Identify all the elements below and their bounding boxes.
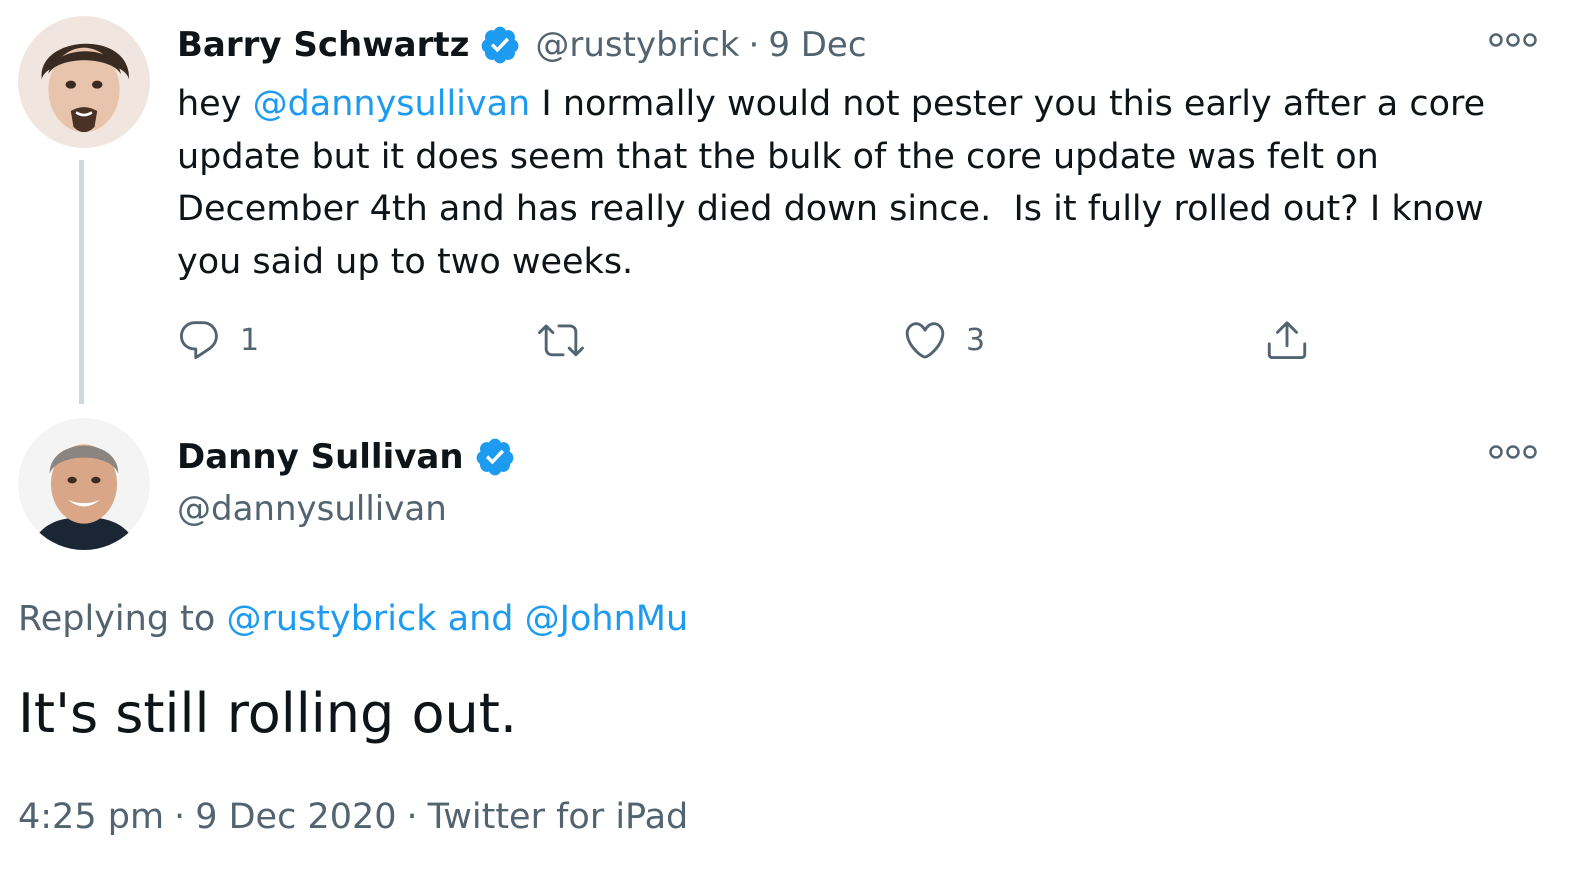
tweet-metadata: 4:25 pm · 9 Dec 2020 · Twitter for iPad — [18, 792, 688, 842]
reply-button[interactable]: 1 — [176, 312, 259, 368]
author-handle[interactable]: @dannysullivan — [177, 484, 447, 534]
more-options-icon[interactable] — [1488, 30, 1538, 50]
avatar-danny-sullivan[interactable] — [18, 418, 150, 550]
replying-prefix: Replying to — [18, 599, 227, 639]
replying-user-link[interactable]: @rustybrick — [226, 599, 436, 639]
tweet-date[interactable]: 9 Dec — [768, 20, 866, 70]
parent-tweet-text: hey @dannysullivan I normally would not … — [177, 78, 1557, 288]
more-options-icon[interactable] — [1488, 442, 1538, 462]
avatar-photo-barry — [18, 16, 150, 148]
reply-icon — [180, 321, 218, 360]
tweet-text-prefix: hey — [177, 84, 253, 124]
verified-badge-icon — [476, 438, 513, 476]
avatar-photo-danny — [18, 418, 150, 550]
main-tweet-author: Danny Sullivan — [177, 432, 530, 482]
parent-tweet-header: Barry Schwartz @rustybrick · 9 Dec — [177, 20, 867, 70]
author-name[interactable]: Danny Sullivan — [177, 432, 464, 482]
tweet-source[interactable]: Twitter for iPad — [428, 797, 689, 837]
author-handle[interactable]: @rustybrick — [535, 20, 739, 70]
like-count: 3 — [966, 322, 986, 358]
mention-link[interactable]: @dannysullivan — [253, 84, 531, 124]
replying-conjunction: and — [436, 599, 525, 639]
replying-user-link[interactable]: @JohnMu — [525, 599, 688, 639]
like-button[interactable]: 3 — [902, 312, 985, 368]
tweet-action-bar: 1 3 — [0, 312, 1581, 368]
main-tweet-text: It's still rolling out. — [18, 682, 518, 745]
author-name[interactable]: Barry Schwartz — [177, 20, 469, 70]
share-icon — [1267, 321, 1307, 360]
verified-badge-icon — [482, 26, 519, 64]
avatar-barry-schwartz[interactable] — [18, 16, 150, 148]
tweet-time[interactable]: 4:25 pm — [18, 797, 164, 837]
heart-icon — [905, 322, 945, 359]
header-separator: · — [748, 25, 760, 65]
retweet-button[interactable] — [538, 312, 602, 368]
replying-to-line: Replying to @rustybrick and @JohnMu — [18, 594, 688, 644]
tweet-thread: Barry Schwartz @rustybrick · 9 Dec hey @… — [0, 0, 1581, 871]
reply-count: 1 — [240, 322, 260, 358]
retweet-icon — [538, 324, 584, 357]
meta-separator: · — [174, 797, 186, 837]
tweet-full-date[interactable]: 9 Dec 2020 — [195, 797, 396, 837]
share-button[interactable] — [1264, 312, 1310, 368]
meta-separator: · — [406, 797, 418, 837]
